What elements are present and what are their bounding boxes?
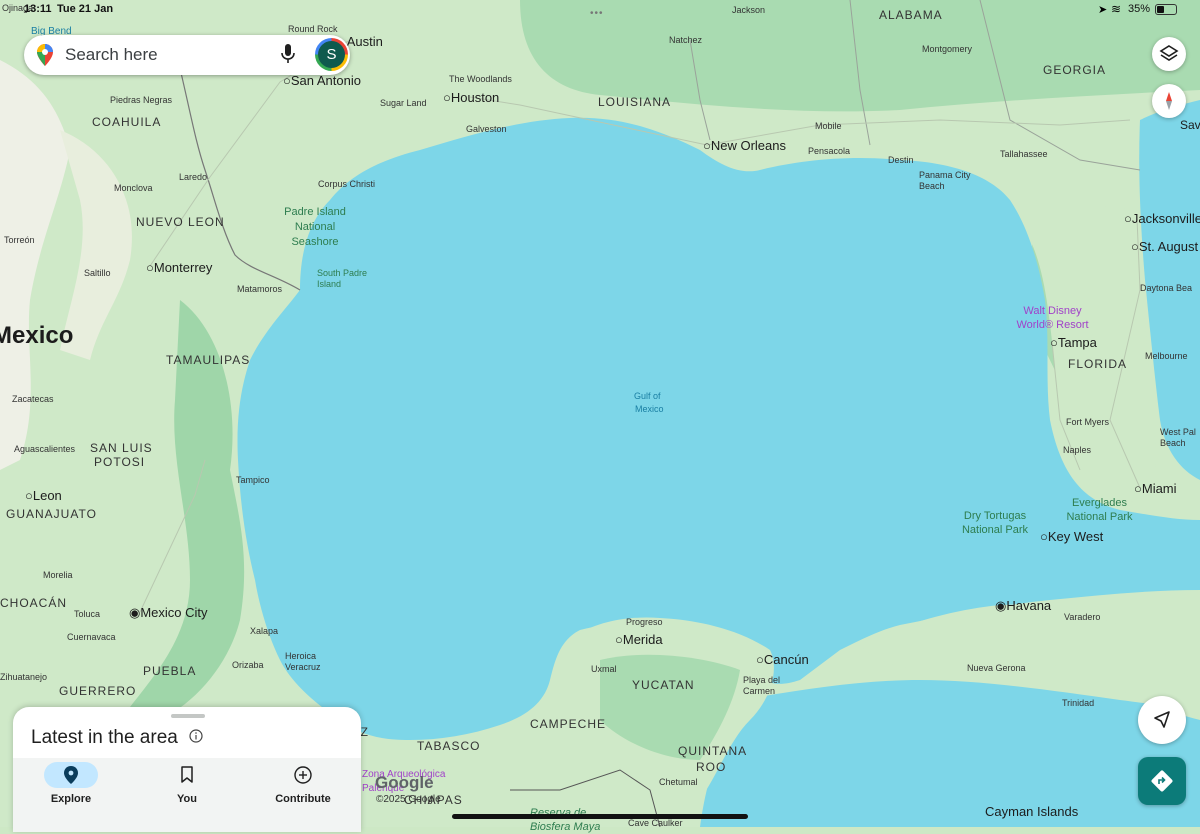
navigate-icon: [1138, 696, 1186, 744]
tab-contribute-label: Contribute: [245, 793, 361, 805]
my-location-button[interactable]: [1138, 696, 1186, 744]
account-avatar[interactable]: S: [315, 38, 348, 71]
tab-you-label: You: [129, 793, 245, 805]
compass-icon: [1152, 84, 1186, 118]
dots-indicator: •••: [590, 8, 604, 19]
layers-icon: [1152, 37, 1186, 71]
status-time: 13:11: [24, 3, 52, 15]
wifi-icon: ≋: [1111, 2, 1121, 16]
directions-button[interactable]: [1138, 757, 1186, 805]
add-circle-icon: [294, 766, 312, 784]
location-icon: ➤: [1098, 3, 1107, 16]
map-copyright: ©2025 Google: [376, 794, 441, 805]
home-indicator[interactable]: [452, 814, 748, 819]
search-bar[interactable]: Search here S: [24, 35, 350, 75]
search-input[interactable]: Search here: [65, 45, 158, 65]
compass-button[interactable]: [1152, 84, 1186, 118]
avatar-letter: S: [318, 41, 345, 68]
explore-bottom-sheet[interactable]: Latest in the area Explore You: [13, 707, 361, 832]
tab-explore-label: Explore: [13, 793, 129, 805]
info-icon[interactable]: [189, 729, 203, 743]
explore-pin-icon: [64, 766, 78, 784]
maps-pin-icon: [37, 44, 53, 66]
mic-icon[interactable]: [281, 44, 295, 64]
tab-contribute[interactable]: Contribute: [245, 758, 361, 832]
bottom-tab-bar: Explore You Contribute: [13, 758, 361, 832]
sheet-drag-handle[interactable]: [171, 714, 205, 718]
layers-button[interactable]: [1152, 37, 1186, 71]
tab-explore[interactable]: Explore: [13, 758, 129, 832]
map-canvas[interactable]: [0, 0, 1200, 827]
tab-you[interactable]: You: [129, 758, 245, 832]
google-logo: Google: [375, 773, 434, 793]
directions-icon: [1138, 757, 1186, 805]
battery-icon: [1155, 4, 1177, 15]
status-date: Tue 21 Jan: [57, 3, 113, 15]
bookmark-icon: [180, 766, 194, 784]
sheet-title: Latest in the area: [31, 727, 178, 749]
battery-percent: 35%: [1128, 3, 1150, 15]
